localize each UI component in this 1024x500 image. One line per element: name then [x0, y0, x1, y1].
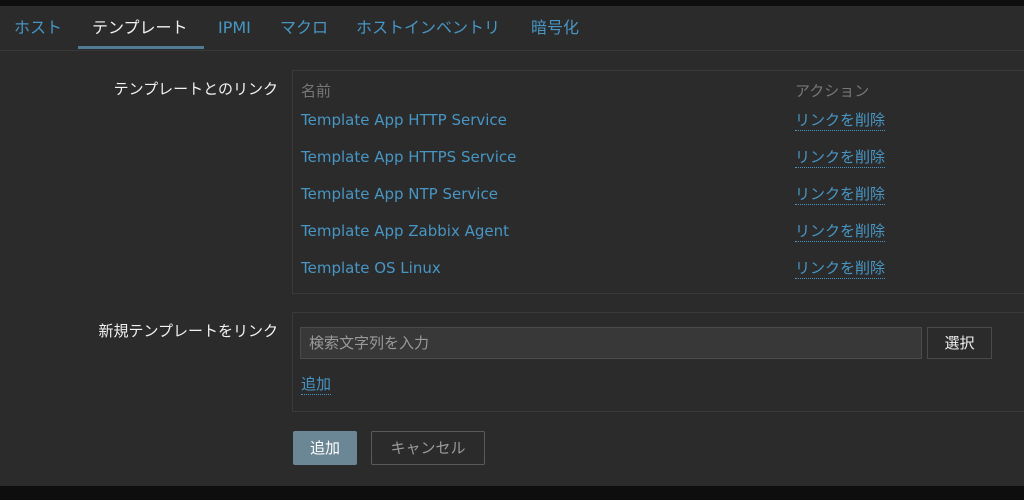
unlink-button[interactable]: リンクを削除	[795, 185, 886, 205]
tab-ipmi[interactable]: IPMI	[218, 18, 251, 38]
template-link-ntp[interactable]: Template App NTP Service	[301, 185, 498, 203]
unlink-button[interactable]: リンクを削除	[795, 259, 886, 279]
tab-macros[interactable]: マクロ	[280, 18, 328, 38]
column-header-action: アクション	[795, 82, 870, 100]
linked-templates-table: 名前 アクション Template App HTTP Service リンクを削…	[292, 70, 1024, 294]
template-link-https[interactable]: Template App HTTPS Service	[301, 148, 516, 166]
tab-host-inventory[interactable]: ホストインベントリ	[356, 18, 500, 38]
unlink-button[interactable]: リンクを削除	[795, 222, 886, 242]
linked-templates-label: テンプレートとのリンク	[113, 80, 278, 98]
column-header-name: 名前	[301, 82, 332, 100]
add-button[interactable]: 追加	[293, 431, 357, 465]
template-search-input[interactable]: 検索文字列を入力	[300, 327, 922, 359]
host-edit-frame: ホスト テンプレート IPMI マクロ ホストインベントリ 暗号化 テンプレート…	[0, 6, 1024, 486]
add-template-link[interactable]: 追加	[301, 375, 332, 395]
template-link-http[interactable]: Template App HTTP Service	[301, 111, 507, 129]
unlink-button[interactable]: リンクを削除	[795, 111, 886, 131]
unlink-button[interactable]: リンクを削除	[795, 148, 886, 168]
tab-host[interactable]: ホスト	[14, 18, 62, 38]
tab-templates[interactable]: テンプレート	[92, 18, 188, 38]
tab-encryption[interactable]: 暗号化	[531, 18, 579, 38]
new-template-panel: 検索文字列を入力 選択 追加	[292, 312, 1024, 412]
cancel-button[interactable]: キャンセル	[371, 431, 485, 465]
template-link-zabbix-agent[interactable]: Template App Zabbix Agent	[301, 222, 509, 240]
select-button[interactable]: 選択	[927, 327, 992, 359]
tab-bar: ホスト テンプレート IPMI マクロ ホストインベントリ 暗号化	[0, 6, 1024, 51]
active-tab-indicator	[78, 46, 204, 49]
new-template-label: 新規テンプレートをリンク	[98, 322, 278, 340]
template-link-os-linux[interactable]: Template OS Linux	[301, 259, 441, 277]
